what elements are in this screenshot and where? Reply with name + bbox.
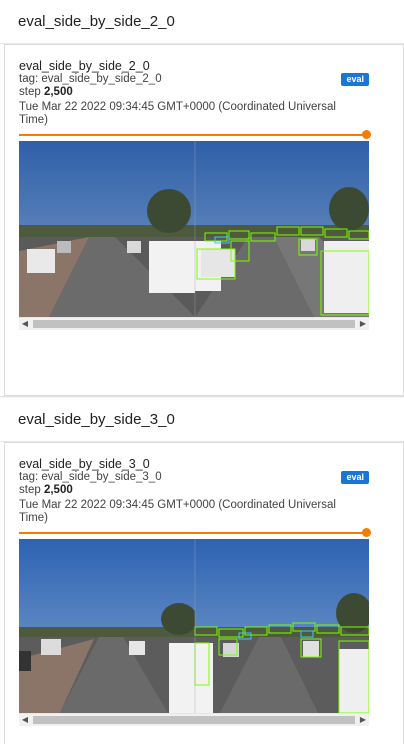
side-by-side-image	[19, 539, 369, 713]
left-frame	[19, 539, 197, 713]
group-title: eval_side_by_side_2_0	[18, 13, 175, 30]
image-card: eval_side_by_side_3_0 eval tag: eval_sid…	[4, 442, 404, 744]
right-frame	[195, 539, 369, 713]
image-viewport	[19, 141, 369, 317]
scroll-right-arrow-icon[interactable]: ▶	[357, 318, 369, 330]
group-header[interactable]: eval_side_by_side_2_0	[0, 0, 404, 44]
slider-track	[19, 134, 367, 136]
image-card: eval_side_by_side_2_0 eval tag: eval_sid…	[4, 44, 404, 396]
scroll-left-arrow-icon[interactable]: ◀	[19, 318, 31, 330]
scroll-thumb[interactable]	[33, 320, 355, 328]
scroll-thumb[interactable]	[33, 716, 355, 724]
horizontal-scrollbar[interactable]: ◀ ▶	[19, 317, 369, 330]
group-header[interactable]: eval_side_by_side_3_0	[0, 398, 404, 442]
group-title: eval_side_by_side_3_0	[18, 411, 175, 428]
scroll-left-arrow-icon[interactable]: ◀	[19, 714, 31, 726]
step-value: 2,500	[43, 86, 73, 98]
timestamp: Tue Mar 22 2022 09:34:45 GMT+0000 (Coord…	[19, 101, 336, 126]
step-label: step	[19, 484, 41, 496]
side-by-side-image	[19, 141, 369, 317]
run-name: eval_side_by_side_3_0	[19, 457, 150, 471]
step-label: step	[19, 86, 41, 98]
step-line: step 2,500	[19, 86, 403, 99]
tag-label: tag:	[19, 471, 39, 483]
step-value: 2,500	[43, 484, 73, 496]
scroll-right-arrow-icon[interactable]: ▶	[357, 714, 369, 726]
step-slider[interactable]	[19, 129, 371, 141]
slider-knob[interactable]	[362, 130, 371, 139]
tag-value: eval_side_by_side_3_0	[41, 471, 162, 483]
slider-track	[19, 532, 367, 534]
step-slider[interactable]	[19, 527, 371, 539]
image-viewport	[19, 539, 369, 713]
step-line: step 2,500	[19, 484, 403, 497]
tag-value: eval_side_by_side_2_0	[41, 73, 162, 85]
left-frame	[19, 141, 195, 317]
run-name: eval_side_by_side_2_0	[19, 59, 150, 73]
horizontal-scrollbar[interactable]: ◀ ▶	[19, 713, 369, 726]
timestamp: Tue Mar 22 2022 09:34:45 GMT+0000 (Coord…	[19, 499, 336, 524]
run-badge: eval	[341, 73, 369, 86]
slider-knob[interactable]	[362, 528, 371, 537]
tag-label: tag:	[19, 73, 39, 85]
run-badge: eval	[341, 471, 369, 484]
